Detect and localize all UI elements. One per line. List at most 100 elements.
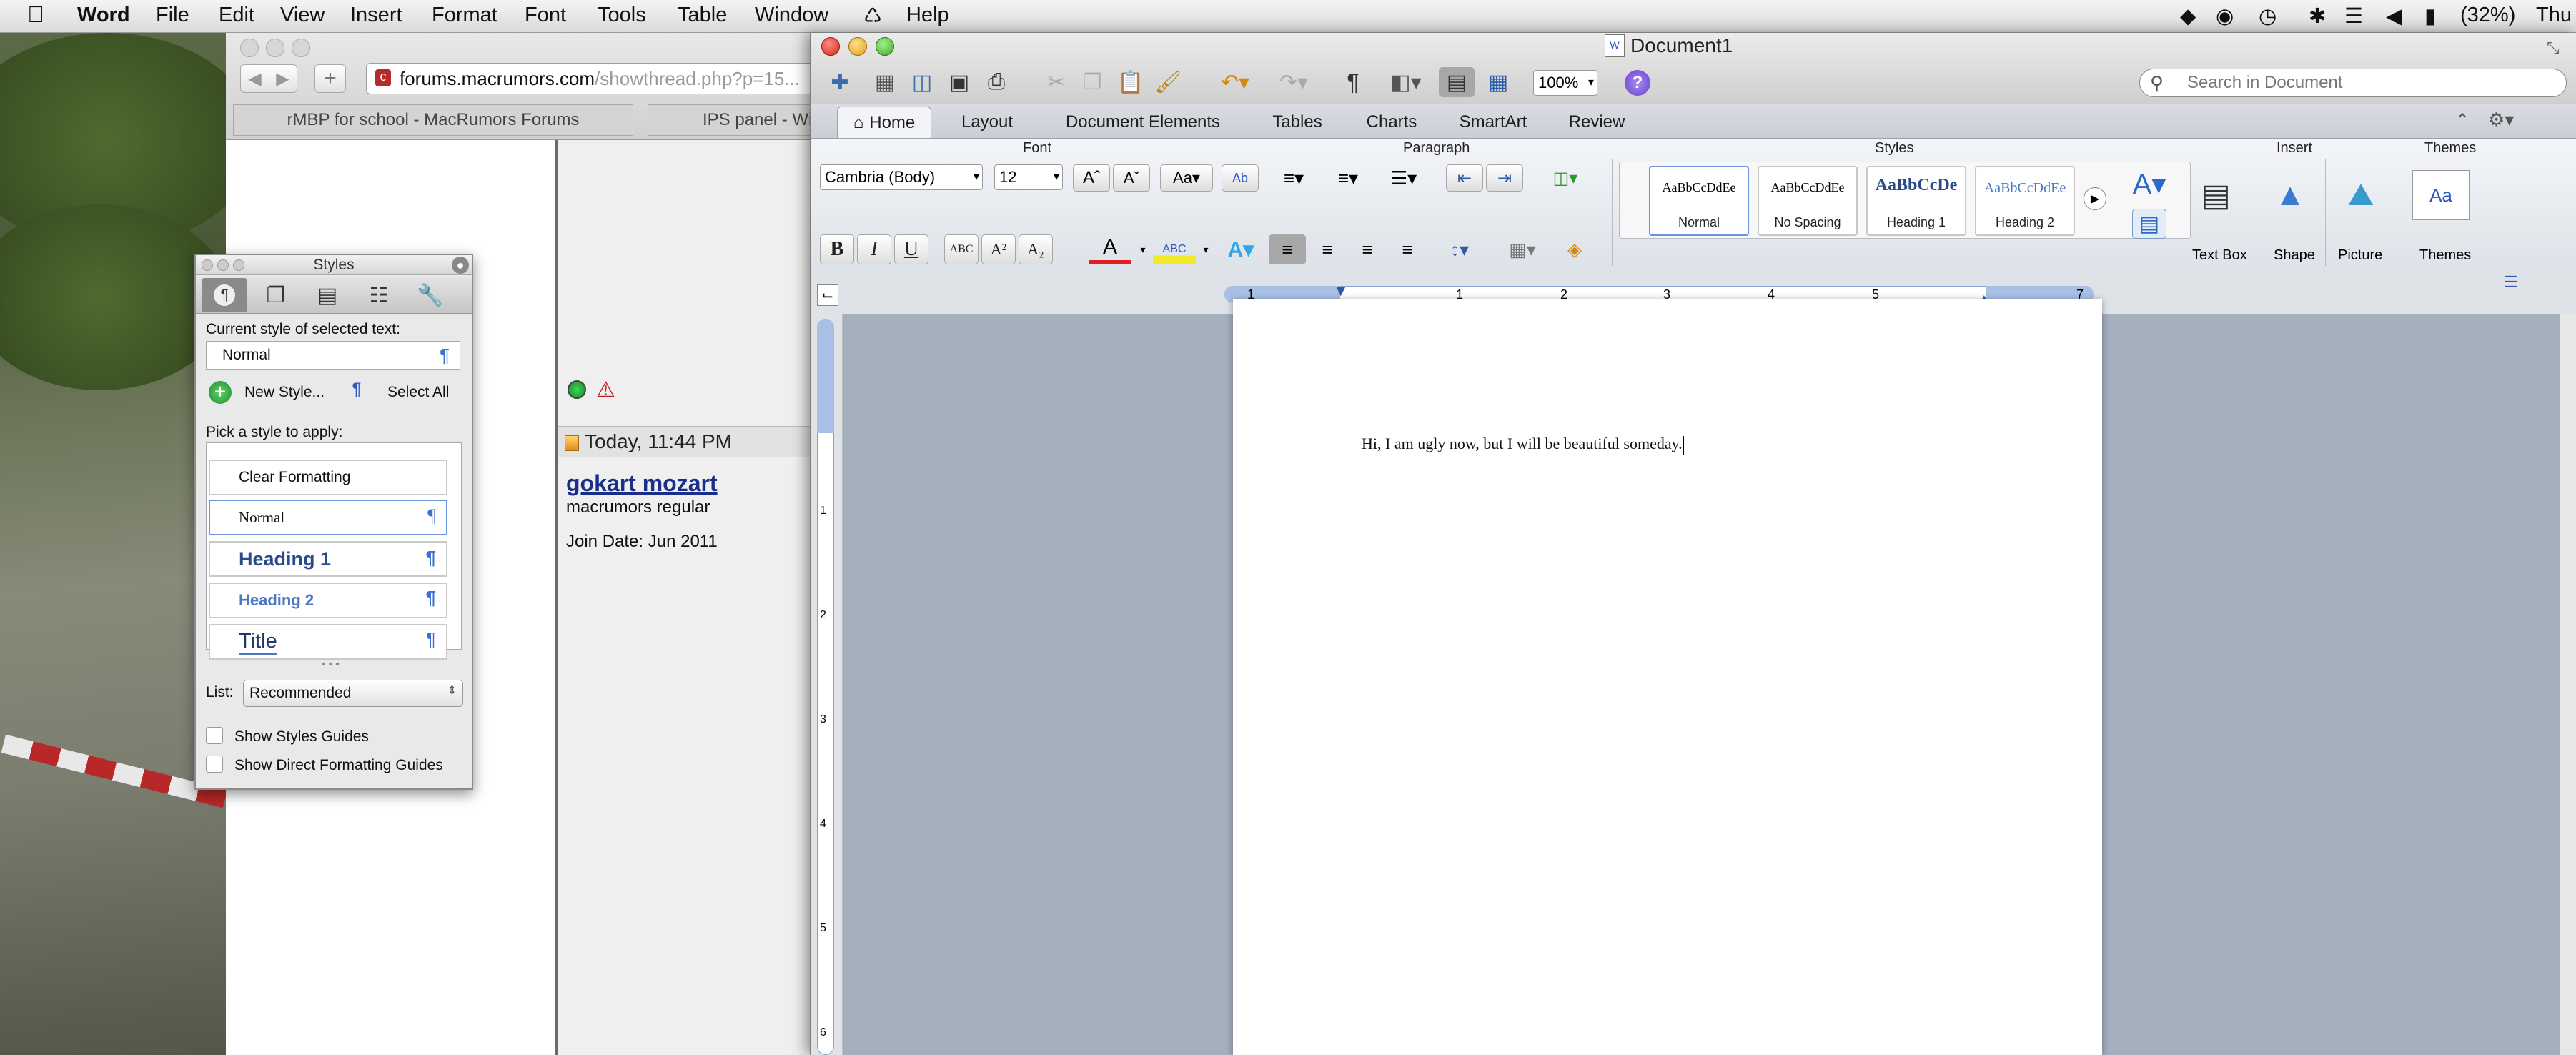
- manage-styles-icon[interactable]: ▤: [2132, 209, 2166, 239]
- shading-icon[interactable]: ◈: [1556, 234, 1593, 264]
- bold-button[interactable]: B: [820, 234, 854, 264]
- templates-icon[interactable]: ▦: [868, 67, 901, 97]
- open-folder-icon[interactable]: ◫: [906, 67, 938, 97]
- tab-home[interactable]: ⌂ Home: [837, 107, 931, 138]
- show-styles-guides-checkbox[interactable]: [206, 727, 223, 744]
- styles-tab-icon[interactable]: ¶: [202, 278, 247, 312]
- highlight-icon[interactable]: ABC: [1153, 234, 1196, 264]
- palette-zoom-button[interactable]: [233, 259, 244, 271]
- themes-label[interactable]: Themes: [2419, 247, 2471, 264]
- forward-icon[interactable]: ▶: [276, 69, 289, 89]
- dropbox-icon[interactable]: ◆: [2180, 4, 2196, 29]
- style-clear-formatting[interactable]: Clear Formatting: [209, 460, 447, 495]
- increase-indent-icon[interactable]: ⇥: [1486, 164, 1523, 192]
- tab-charts[interactable]: Charts: [1349, 107, 1435, 138]
- tab-tables[interactable]: Tables: [1254, 107, 1340, 138]
- drive-icon[interactable]: ◉: [2216, 4, 2234, 29]
- ribbon-settings-gear-icon[interactable]: ⚙▾: [2488, 109, 2514, 131]
- change-case-icon[interactable]: Aa▾: [1160, 164, 1213, 192]
- tab-layout[interactable]: Layout: [944, 107, 1030, 138]
- columns-icon[interactable]: ◫▾: [1540, 164, 1590, 192]
- paste-icon[interactable]: 📋: [1114, 67, 1147, 97]
- align-left-button[interactable]: ≡: [1269, 234, 1306, 264]
- list-dropdown[interactable]: Recommended ⇕: [243, 680, 463, 707]
- new-document-icon[interactable]: ✚: [821, 67, 858, 97]
- strikethrough-button[interactable]: ABC: [944, 234, 979, 264]
- browser-close-button[interactable]: [240, 39, 259, 57]
- view-icon[interactable]: ◧▾: [1383, 67, 1429, 97]
- bullets-icon[interactable]: ≡▾: [1269, 164, 1319, 192]
- decrease-indent-icon[interactable]: ⇤: [1446, 164, 1483, 192]
- style-title[interactable]: Title ¶: [209, 624, 447, 660]
- document-text[interactable]: Hi, I am ugly now, but I will be beautif…: [1362, 435, 1684, 455]
- resize-handle[interactable]: •••: [322, 658, 342, 671]
- document-paragraph[interactable]: Hi, I am ugly now, but I will be beautif…: [1362, 435, 1683, 452]
- grow-font-icon[interactable]: Aˆ: [1073, 164, 1110, 192]
- menu-window[interactable]: Window: [755, 4, 828, 27]
- align-right-button[interactable]: ≡: [1349, 234, 1386, 264]
- format-painter-icon[interactable]: 🖌: [1151, 67, 1184, 97]
- align-center-button[interactable]: ≡: [1309, 234, 1346, 264]
- undo-icon[interactable]: ↶▾: [1210, 67, 1260, 97]
- text-effects-icon[interactable]: A▾: [1217, 234, 1264, 264]
- tab-stop-selector-icon[interactable]: ⌙: [817, 284, 838, 306]
- script-menu-icon[interactable]: ♺: [863, 4, 882, 29]
- new-style-button[interactable]: New Style...: [244, 384, 325, 401]
- browser-zoom-button[interactable]: [292, 39, 310, 57]
- copy-icon[interactable]: ❐: [1076, 67, 1109, 97]
- style-heading-1[interactable]: Heading 1 ¶: [209, 541, 447, 577]
- print-icon[interactable]: ⎙: [980, 67, 1013, 97]
- document-page[interactable]: Hi, I am ugly now, but I will be beautif…: [1233, 299, 2102, 1055]
- styles-pane-icon[interactable]: A▾: [2126, 164, 2172, 204]
- text-box-label[interactable]: Text Box: [2192, 247, 2247, 264]
- style-normal[interactable]: Normal ¶: [209, 500, 447, 535]
- line-spacing-icon[interactable]: ↕▾: [1433, 234, 1486, 264]
- show-paragraph-marks-icon[interactable]: ¶: [1339, 67, 1367, 97]
- current-style-field[interactable]: Normal ¶: [206, 341, 460, 370]
- font-size-combo[interactable]: 12 ▾: [994, 164, 1063, 190]
- shrink-font-icon[interactable]: Aˇ: [1113, 164, 1150, 192]
- menu-insert[interactable]: Insert: [350, 4, 402, 27]
- zoom-dropdown[interactable]: 100% ▾: [1533, 70, 1597, 96]
- underline-button[interactable]: U: [894, 234, 928, 264]
- font-name-combo[interactable]: Cambria (Body) ▾: [820, 164, 983, 190]
- tab-smartart[interactable]: SmartArt: [1443, 107, 1543, 138]
- tab-document-elements[interactable]: Document Elements: [1043, 107, 1243, 138]
- menu-format[interactable]: Format: [432, 4, 497, 27]
- search-in-document-field[interactable]: Search in Document ⚲: [2139, 69, 2567, 97]
- redo-icon[interactable]: ↷▾: [1269, 67, 1319, 97]
- save-icon[interactable]: ▣: [943, 67, 976, 97]
- clear-formatting-icon[interactable]: Ab: [1222, 164, 1259, 192]
- back-forward-buttons[interactable]: ◀ ▶: [240, 64, 297, 93]
- wifi-icon[interactable]: ☰: [2344, 4, 2363, 29]
- menubar-clock[interactable]: Thu: [2536, 4, 2572, 27]
- style-heading-2[interactable]: Heading 2 ¶: [209, 583, 447, 618]
- apple-icon[interactable]: : [27, 1, 44, 28]
- chevron-down-icon[interactable]: ▾: [1136, 234, 1150, 264]
- settings-wrench-icon[interactable]: 🔧: [407, 278, 453, 312]
- chevron-down-icon[interactable]: ▾: [1199, 234, 1213, 264]
- gallery-style-heading-2[interactable]: AaBbCcDdEe Heading 2: [1975, 166, 2075, 236]
- fullscreen-icon[interactable]: ⤡: [2547, 39, 2560, 57]
- shape-icon[interactable]: ▲: [2265, 170, 2315, 220]
- gallery-style-heading-1[interactable]: AaBbCcDe Heading 1: [1866, 166, 1966, 236]
- show-direct-formatting-checkbox[interactable]: [206, 756, 223, 773]
- menu-view[interactable]: View: [280, 4, 325, 27]
- minimize-button[interactable]: [848, 37, 867, 56]
- text-box-icon[interactable]: ▤: [2191, 170, 2241, 220]
- volume-icon[interactable]: ◀: [2386, 4, 2402, 29]
- bluetooth-icon[interactable]: ✱: [2309, 4, 2326, 29]
- zoom-button[interactable]: [876, 37, 894, 56]
- select-all-icon[interactable]: ¶: [345, 380, 369, 405]
- menu-help[interactable]: Help: [906, 4, 949, 27]
- menu-table[interactable]: Table: [678, 4, 727, 27]
- gallery-style-normal[interactable]: AaBbCcDdEe Normal: [1649, 166, 1749, 236]
- italic-button[interactable]: I: [857, 234, 891, 264]
- toolbox-tab-icon[interactable]: ▤: [304, 278, 350, 312]
- multilevel-list-icon[interactable]: ☰▾: [1377, 164, 1430, 192]
- palette-minimize-button[interactable]: [217, 259, 229, 271]
- browser-minimize-button[interactable]: [266, 39, 284, 57]
- palette-close-button[interactable]: [202, 259, 213, 271]
- gallery-next-icon[interactable]: ▶: [2084, 187, 2106, 210]
- palette-options-icon[interactable]: ●: [452, 257, 469, 274]
